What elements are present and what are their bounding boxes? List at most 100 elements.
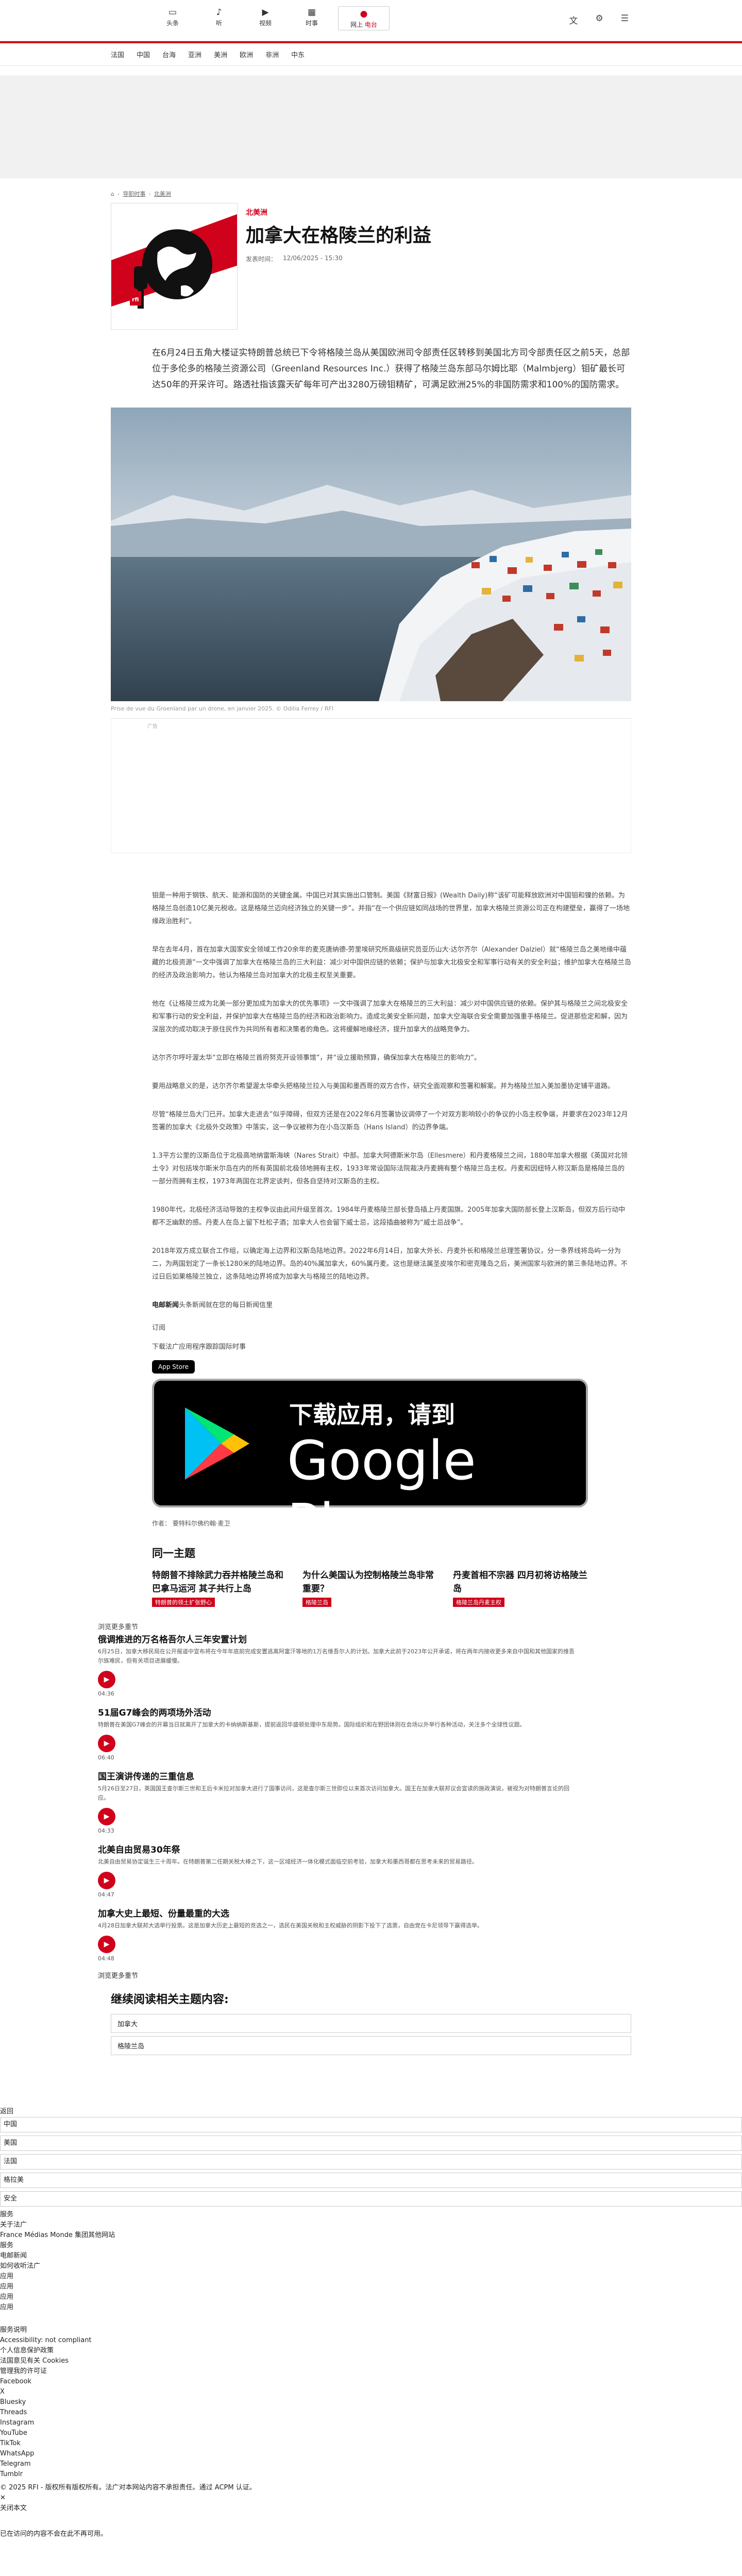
topnav-label: 头条 <box>166 20 179 27</box>
section-link-europe[interactable]: 欧洲 <box>240 49 253 59</box>
footer-link[interactable]: 应用 <box>0 2302 742 2313</box>
close-article-link[interactable]: 关闭本文 <box>0 2503 742 2514</box>
related-article-tag[interactable]: 特朗普的领土扩张野心 <box>152 1598 215 1607</box>
breadcrumb-link-news[interactable]: 导职时事 <box>123 190 145 198</box>
footer-link[interactable]: 应用 <box>0 2282 742 2292</box>
play-icon[interactable]: ▶ <box>98 1872 115 1889</box>
globe-microphone-illustration: rfi <box>111 204 237 329</box>
tv-icon: ▭ <box>168 7 177 18</box>
article-content: 在6月24日五角大楼证实特朗普总统已下令将格陵兰岛从美国欧洲司令部责任区转移到美… <box>111 345 631 1607</box>
topic-tag-link[interactable]: 格陵兰岛 <box>111 2036 631 2055</box>
threads-link[interactable]: Threads <box>0 2408 742 2418</box>
footer-link[interactable]: 应用 <box>0 2272 742 2282</box>
topnav-news[interactable]: ▦ 时事 <box>289 6 335 30</box>
greenland-landscape-image <box>111 408 631 701</box>
topnav-listen[interactable]: ♪ 听 <box>196 6 242 30</box>
footer-link[interactable]: 服务 <box>0 2210 742 2220</box>
calendar-icon: ▦ <box>307 7 316 18</box>
settings-gear-icon[interactable]: ⚙ <box>596 13 603 26</box>
article-kicker[interactable]: 北美洲 <box>246 207 431 217</box>
episode-title[interactable]: 北美自由贸易30年祭 <box>98 1842 577 1855</box>
article-header: rfi 北美洲 加拿大在格陵兰的利益 发表时间： 12/06/2025 - 15… <box>111 203 631 330</box>
related-article-title[interactable]: 为什么美国认为控制格陵兰岛非常重要？ <box>302 1569 442 1596</box>
related-article-tag[interactable]: 格陵兰岛 <box>302 1598 331 1607</box>
article-paragraph: 1.3平方公里的汉斯岛位于北极高地纳雷斯海峡（Nares Strait）中部。加… <box>152 1152 628 1185</box>
live-dot-icon: ● <box>360 9 368 19</box>
language-icon[interactable]: 文 <box>569 13 578 26</box>
footer-back-link[interactable]: 返回 <box>0 2107 742 2117</box>
section-link-africa[interactable]: 非洲 <box>265 49 279 59</box>
breadcrumb-link-north-america[interactable]: 北美洲 <box>154 190 171 198</box>
footer-link[interactable]: 关于法广 <box>0 2220 742 2230</box>
copyright-text: © 2025 RFI - 版权所有版权所有。法广对本网站内容不承担责任。通过 A… <box>0 2484 256 2492</box>
section-link-asia[interactable]: 亚洲 <box>188 49 201 59</box>
x-link[interactable]: X <box>0 2387 742 2397</box>
footer-section-link[interactable]: 美国 <box>0 2136 742 2151</box>
article-paragraph: 2018年双方成立联合工作组，以确定海上边界和汉斯岛陆地边界。2022年6月14… <box>152 1247 628 1281</box>
related-article-title[interactable]: 特朗普不排除武力吞并格陵兰岛和巴拿马运河 其子共行上岛 <box>152 1569 291 1596</box>
play-icon[interactable]: ▶ <box>98 1735 115 1752</box>
episode-description: 6月25日，加拿大移民局在公开报道中宣布将在今年年底前完成安置逃离阿富汗等地的1… <box>98 1648 575 1664</box>
menu-hamburger-icon[interactable]: ☰ <box>621 13 629 26</box>
bluesky-link[interactable]: Bluesky <box>0 2397 742 2408</box>
telegram-link[interactable]: Telegram <box>0 2459 742 2469</box>
live-radio-button[interactable]: ● 网上 电台 <box>338 6 390 30</box>
episode-title[interactable]: 国王演讲传递的三重信息 <box>98 1769 577 1782</box>
top-navigation: ▭ 头条 ♪ 听 ▶ 视频 ▦ 时事 ● 网上 电台 <box>149 6 390 30</box>
breadcrumb: ⌂ › 导职时事 › 北美洲 <box>111 190 631 198</box>
episode-title[interactable]: 俄调推进的万名格吾尔人三年安置计划 <box>98 1632 577 1645</box>
footer-spacer <box>0 2313 742 2325</box>
tiktok-link[interactable]: TikTok <box>0 2438 742 2449</box>
section-link-middle-east[interactable]: 中东 <box>291 49 305 59</box>
footer-legal-link[interactable]: 个人信息保护政策 <box>0 2346 742 2356</box>
article: ⌂ › 导职时事 › 北美洲 rfi 北美洲 加拿大在格陵兰的利益 发表时间： <box>111 178 631 1607</box>
inline-ad-slot: 广告 <box>111 718 631 853</box>
instagram-link[interactable]: Instagram <box>0 2418 742 2428</box>
topic-tag-link[interactable]: 加拿大 <box>111 2014 631 2033</box>
topnav-video[interactable]: ▶ 视频 <box>242 6 289 30</box>
related-article-card[interactable]: 为什么美国认为控制格陵兰岛非常重要？ 格陵兰岛 <box>302 1569 442 1607</box>
footer-legal-link[interactable]: 管理我的许可证 <box>0 2366 742 2377</box>
whatsapp-link[interactable]: WhatsApp <box>0 2449 742 2459</box>
play-icon[interactable]: ▶ <box>98 1808 115 1825</box>
footer-section-link[interactable]: 中国 <box>0 2117 742 2132</box>
facebook-link[interactable]: Facebook <box>0 2377 742 2387</box>
footer-section-link[interactable]: 法国 <box>0 2154 742 2170</box>
article-paragraph: 他在《让格陵兰成为北美一部分更加成为加拿大的优先事项》一文中强调了加拿大在格陵兰… <box>152 1000 628 1033</box>
section-link-china[interactable]: 中国 <box>137 49 150 59</box>
footer-link[interactable]: 电邮新闻 <box>0 2251 742 2261</box>
footer-section-link[interactable]: 格拉美 <box>0 2173 742 2188</box>
related-article-card[interactable]: 特朗普不排除武力吞并格陵兰岛和巴拿马运河 其子共行上岛 特朗普的领土扩张野心 <box>152 1569 291 1607</box>
play-icon[interactable]: ▶ <box>98 1671 115 1688</box>
tumblr-link[interactable]: Tumblr <box>0 2469 742 2480</box>
subscribe-link[interactable]: 订阅 <box>152 1322 631 1332</box>
footer-link[interactable]: 如何收听法广 <box>0 2261 742 2272</box>
footer-legal-link[interactable]: 法国意见有关 Cookies <box>0 2356 742 2366</box>
footer-link[interactable]: 应用 <box>0 2292 742 2302</box>
related-article-card[interactable]: 丹麦首相不宗器 四月初将访格陵兰岛 格陵兰岛丹麦主权 <box>453 1569 592 1607</box>
section-link-france[interactable]: 法国 <box>111 49 124 59</box>
episode-title[interactable]: 加拿大史上最短、份量最重的大选 <box>98 1906 577 1919</box>
footer-legal-link[interactable]: Accessibility: not compliant <box>0 2335 742 2346</box>
youtube-link[interactable]: YouTube <box>0 2428 742 2438</box>
play-icon[interactable]: ▶ <box>98 1936 115 1953</box>
podcast-more-link[interactable]: 浏览更多重节 <box>98 1970 577 1980</box>
home-icon[interactable]: ⌂ <box>111 191 114 197</box>
footer-legal-link[interactable]: 服务说明 <box>0 2325 742 2335</box>
episode-title[interactable]: 51届G7峰会的两项场外活动 <box>98 1705 577 1718</box>
section-link-taiwan[interactable]: 台海 <box>162 49 176 59</box>
footer-link[interactable]: France Médias Monde 集团其他网站 <box>0 2230 742 2241</box>
related-article-title[interactable]: 丹麦首相不宗器 四月初将访格陵兰岛 <box>453 1569 592 1596</box>
topnav-headlines[interactable]: ▭ 头条 <box>149 6 196 30</box>
google-play-banner[interactable]: 下载应用，请到 Google Play <box>152 1379 588 1555</box>
close-icon[interactable]: ✕ <box>0 2493 742 2503</box>
headphones-icon: ♪ <box>216 7 222 18</box>
article-paragraph: 要用战略意义的是，达尔齐尔希望渥太华牵头把格陵兰拉入与美国和墨西哥的双方合作，研… <box>152 1082 615 1090</box>
section-link-americas[interactable]: 美洲 <box>214 49 227 59</box>
related-article-tag[interactable]: 格陵兰岛丹麦主权 <box>453 1598 504 1607</box>
article-lede: 在6月24日五角大楼证实特朗普总统已下令将格陵兰岛从美国欧洲司令部责任区转移到美… <box>152 348 630 390</box>
footer-section-link[interactable]: 安全 <box>0 2191 742 2207</box>
app-store-button[interactable]: App Store <box>152 1360 195 1374</box>
podcast-more-link[interactable]: 浏览更多重节 <box>98 1621 577 1631</box>
footer-link[interactable]: 服务 <box>0 2241 742 2251</box>
